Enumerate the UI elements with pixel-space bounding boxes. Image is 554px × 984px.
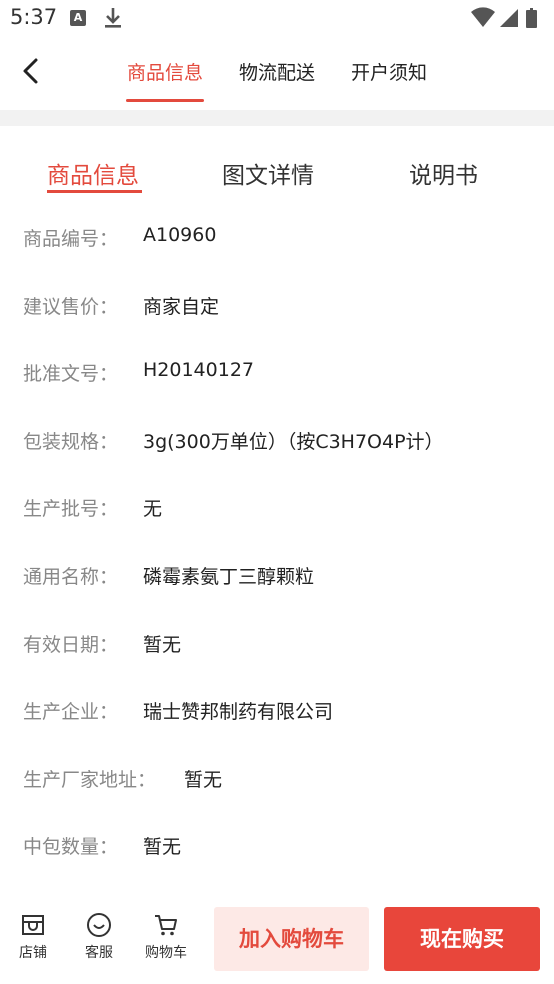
active-tab-indicator [126,99,204,102]
status-right-icons [470,6,544,34]
status-time: 5:37 [10,5,58,29]
row-value: 商家自定 [143,295,220,318]
row-value: 暂无 [184,768,223,791]
customer-service-icon [87,913,111,937]
cart-label: 购物车 [145,945,187,961]
row-value: A10960 [143,224,217,246]
row-value: 磷霉素氨丁三醇颗粒 [143,565,315,588]
info-row-expiry-date: 有效日期： 暂无 [0,606,554,674]
info-row-approval-number: 批准文号： H20140127 [0,335,554,403]
row-label: 批准文号： [23,363,119,386]
subtab-instructions[interactable]: 说明书 [409,156,478,190]
row-label: 商品编号： [23,228,119,250]
back-button[interactable] [14,54,48,88]
active-subtab-indicator [47,190,142,193]
cart-button[interactable]: 购物车 [141,912,191,962]
cellular-signal-icon [500,9,518,27]
row-label: 中包数量： [23,836,119,859]
download-icon [103,6,123,34]
status-bar: 5:37 A [0,0,554,38]
wifi-icon [471,7,495,27]
tab-product-info[interactable]: 商品信息 [127,58,203,85]
customer-service-button[interactable]: 客服 [74,912,124,962]
product-info-list: 商品编号： A10960 建议售价： 商家自定 批准文号： H20140127 … [0,200,554,876]
row-value: 3g(300万单位）（按C3H7O4P计） [143,430,444,453]
subtab-product-info[interactable]: 商品信息 [47,156,139,190]
info-row-manufacturer: 生产企业： 瑞士赞邦制药有限公司 [0,673,554,741]
row-label: 生产厂家地址： [23,768,157,791]
info-row-mid-pack-quantity: 中包数量： 暂无 [0,808,554,876]
a-notification-icon: A [70,10,86,26]
bottom-action-bar: 店铺 客服 购物车 加入购物车 现在购买 [0,890,554,984]
info-row-manufacturer-address: 生产厂家地址： 暂无 [0,741,554,809]
cart-icon [155,915,177,936]
info-row-suggested-price: 建议售价： 商家自定 [0,268,554,336]
chevron-left-icon [23,58,38,84]
row-label: 包装规格： [23,430,119,453]
row-label: 建议售价： [23,295,119,318]
battery-icon [526,8,537,28]
add-to-cart-button[interactable]: 加入购物车 [214,907,369,971]
store-button[interactable]: 店铺 [8,912,58,962]
row-value: 暂无 [143,836,182,859]
row-value: 暂无 [143,633,182,656]
top-navigation: 商品信息 物流配送 开户须知 [0,38,554,110]
row-label: 有效日期： [23,633,119,656]
row-label: 生产企业： [23,701,119,724]
store-label: 店铺 [19,945,47,961]
info-row-generic-name: 通用名称： 磷霉素氨丁三醇颗粒 [0,538,554,606]
tab-logistics[interactable]: 物流配送 [239,58,315,85]
row-label: 通用名称： [23,565,119,588]
sub-tabs: 商品信息 图文详情 说明书 [0,126,554,206]
section-divider [0,110,554,126]
row-value: 无 [143,498,163,521]
store-icon [22,915,44,935]
info-row-package-spec: 包装规格： 3g(300万单位）（按C3H7O4P计） [0,403,554,471]
tab-account-notice[interactable]: 开户须知 [351,58,427,85]
info-row-product-code: 商品编号： A10960 [0,200,554,268]
row-value: H20140127 [143,359,254,382]
customer-service-label: 客服 [85,945,113,961]
subtab-detail[interactable]: 图文详情 [222,156,314,190]
row-label: 生产批号： [23,498,119,521]
info-row-batch-number: 生产批号： 无 [0,470,554,538]
row-value: 瑞士赞邦制药有限公司 [143,701,334,724]
buy-now-button[interactable]: 现在购买 [384,907,540,971]
